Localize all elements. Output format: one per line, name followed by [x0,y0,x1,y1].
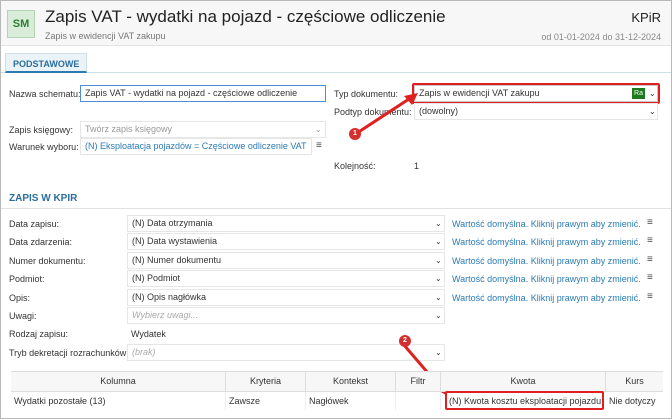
default-hint-link[interactable]: Wartość domyślna. Kliknij prawym aby zmi… [452,219,641,229]
schema-window: SM Zapis VAT - wydatki na pojazd - częśc… [0,0,672,419]
section-divider [1,208,671,209]
doc-number-select[interactable]: (N) Numer dokumentu [127,252,445,269]
notes-placeholder: Wybierz uwagi... [132,310,199,320]
column-header[interactable]: Filtr [396,372,441,391]
default-hint-link[interactable]: Wartość domyślna. Kliknij prawym aby zmi… [452,293,641,303]
default-hint-link[interactable]: Wartość domyślna. Kliknij prawym aby zmi… [452,274,641,284]
hamburger-icon[interactable]: ≡ [647,272,653,283]
settlement-placeholder: (brak) [132,347,156,357]
column-header[interactable]: Kwota [441,372,606,391]
settlement-mode-label: Tryb dekretacji rozrachunków: [9,348,129,358]
subject-label: Podmiot: [9,274,45,284]
hamburger-icon[interactable]: ≡ [647,217,653,228]
description-select[interactable]: (N) Opis nagłówka [127,289,445,306]
chevron-down-icon[interactable]: ⌄ [435,237,442,246]
condition-label: Warunek wyboru: [9,142,79,152]
notes-label: Uwagi: [9,311,37,321]
chevron-down-icon[interactable]: ⌄ [435,219,442,228]
table-cell [396,392,441,410]
book-entry-placeholder: Twórz zapis księgowy [85,124,173,134]
page-title: Zapis VAT - wydatki na pojazd - częściow… [45,7,446,26]
annotation-badge-2: 2 [399,335,411,347]
doc-number-label: Numer dokumentu: [9,256,86,266]
table-cell: Zawsze [226,392,306,410]
chevron-down-icon[interactable]: ⌄ [435,274,442,283]
section-title-kpir: ZAPIS W KPIR [9,193,78,204]
notes-select[interactable]: Wybierz uwagi... [127,307,445,324]
entry-type-label: Rodzaj zapisu: [9,329,69,339]
chevron-down-icon[interactable]: ⌄ [435,311,442,320]
condition-value[interactable]: (N) Eksploatacja pojazdów = Częściowe od… [80,138,312,155]
header: SM Zapis VAT - wydatki na pojazd - częśc… [1,1,671,46]
column-header[interactable]: Kolumna [11,372,226,391]
book-entry-label: Zapis księgowy: [9,125,74,135]
app-logo: SM [7,10,35,38]
subject-select[interactable]: (N) Podmiot [127,270,445,287]
date-entry-select[interactable]: (N) Data otrzymania [127,215,445,232]
subtype-select[interactable]: (dowolny) [414,103,658,120]
date-entry-label: Data zapisu: [9,219,60,229]
name-input[interactable]: Zapis VAT - wydatki na pojazd - częściow… [80,85,326,102]
hamburger-icon[interactable]: ≡ [647,254,653,265]
default-hint-link[interactable]: Wartość domyślna. Kliknij prawym aby zmi… [452,256,641,266]
table-cell: Wydatki pozostałe (13) [11,392,226,410]
module-label: KPiR [631,10,661,25]
column-header[interactable]: Kurs [606,372,663,391]
table-cell: Nagłówek [306,392,396,410]
chevron-down-icon[interactable]: ⌄ [315,125,322,134]
column-header[interactable]: Kontekst [306,372,396,391]
event-date-label: Data zdarzenia: [9,237,73,247]
order-value: 1 [414,161,420,171]
entry-type-value: Wydatek [131,329,166,339]
name-label: Nazwa schematu: [9,89,81,99]
chevron-down-icon[interactable]: ⌄ [435,256,442,265]
tab-podstawowe[interactable]: PODSTAWOWE [5,53,88,73]
condition-menu-icon[interactable]: ≡ [316,140,322,151]
chevron-down-icon[interactable]: ⌄ [435,293,442,302]
event-date-select[interactable]: (N) Data wystawienia [127,233,445,250]
hamburger-icon[interactable]: ≡ [647,291,653,302]
description-label: Opis: [9,293,31,303]
chevron-down-icon[interactable]: ⌄ [649,107,656,116]
highlight-box-amount [445,391,604,410]
period-label: od 01-01-2024 do 31-12-2024 [541,32,661,42]
hamburger-icon[interactable]: ≡ [647,235,653,246]
tab-bar: PODSTAWOWE [1,53,671,73]
column-header[interactable]: Kryteria [226,372,306,391]
book-entry-select[interactable]: Twórz zapis księgowy [80,121,326,138]
table-cell: Nie dotyczy [609,396,656,406]
page-subtitle: Zapis w ewidencji VAT zakupu [45,31,166,41]
default-hint-link[interactable]: Wartość domyślna. Kliknij prawym aby zmi… [452,237,641,247]
order-label: Kolejność: [334,161,376,171]
annotation-badge-1: 1 [349,128,361,140]
highlight-box-doc-type [412,83,660,104]
